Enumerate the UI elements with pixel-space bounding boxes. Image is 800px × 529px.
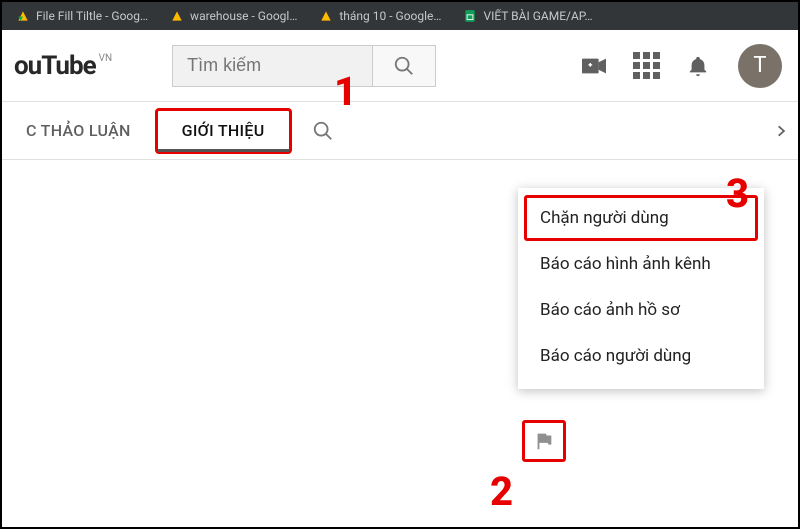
browser-tab[interactable]: warehouse - Googl… (160, 4, 307, 28)
drive-icon (319, 9, 333, 23)
browser-tab-strip: File Fill Tiltle - Goog… warehouse - Goo… (2, 2, 798, 30)
search-button[interactable] (372, 45, 436, 87)
menu-label: Chặn người dùng (540, 208, 669, 228)
report-menu: Chặn người dùng Báo cáo hình ảnh kênh Bá… (518, 188, 764, 389)
logo-region: VN (99, 53, 113, 64)
search-bar (172, 45, 436, 87)
youtube-header: ouTube VN T (2, 30, 798, 102)
menu-label: Báo cáo hình ảnh kênh (540, 254, 711, 274)
sheets-icon (463, 9, 477, 23)
apps-icon (633, 52, 660, 79)
menu-report-channel-art[interactable]: Báo cáo hình ảnh kênh (518, 241, 764, 287)
tab-about[interactable]: GIỚI THIỆU (155, 108, 292, 154)
tab-label: VIẾT BÀI GAME/AP… (483, 9, 592, 23)
apps-button[interactable] (634, 54, 658, 78)
channel-search-button[interactable] (312, 120, 334, 142)
tab-label: warehouse - Googl… (190, 9, 297, 23)
youtube-logo[interactable]: ouTube VN (14, 51, 112, 81)
channel-tabs: C THẢO LUẬN GIỚI THIỆU (2, 102, 798, 160)
create-video-button[interactable] (582, 54, 606, 78)
browser-tab[interactable]: VIẾT BÀI GAME/AP… (453, 4, 602, 28)
tab-label: GIỚI THIỆU (182, 121, 265, 140)
channel-content: Chặn người dùng Báo cáo hình ảnh kênh Bá… (2, 160, 798, 527)
tab-discussion[interactable]: C THẢO LUẬN (2, 102, 155, 159)
tab-label: tháng 10 - Google… (339, 9, 441, 23)
tabs-scroll-right[interactable] (774, 120, 788, 142)
avatar-initial: T (753, 53, 766, 78)
browser-tab[interactable]: tháng 10 - Google… (309, 4, 451, 28)
flag-icon (533, 430, 555, 452)
browser-tab[interactable]: File Fill Tiltle - Goog… (6, 4, 158, 28)
search-icon (393, 55, 415, 77)
drive-icon (170, 9, 184, 23)
menu-report-profile-pic[interactable]: Báo cáo ảnh hồ sơ (518, 287, 764, 333)
menu-label: Báo cáo người dùng (540, 346, 691, 366)
drive-icon (16, 9, 30, 23)
tab-label: C THẢO LUẬN (26, 121, 131, 140)
notifications-button[interactable] (686, 54, 710, 78)
menu-report-user[interactable]: Báo cáo người dùng (518, 333, 764, 379)
logo-text: ouTube (14, 51, 96, 81)
tab-label: File Fill Tiltle - Goog… (36, 9, 148, 23)
avatar[interactable]: T (738, 44, 782, 88)
menu-block-user[interactable]: Chặn người dùng (524, 195, 758, 241)
flag-button[interactable] (522, 420, 566, 462)
menu-label: Báo cáo ảnh hồ sơ (540, 300, 680, 320)
header-actions: T (582, 44, 782, 88)
search-input[interactable] (172, 45, 372, 87)
